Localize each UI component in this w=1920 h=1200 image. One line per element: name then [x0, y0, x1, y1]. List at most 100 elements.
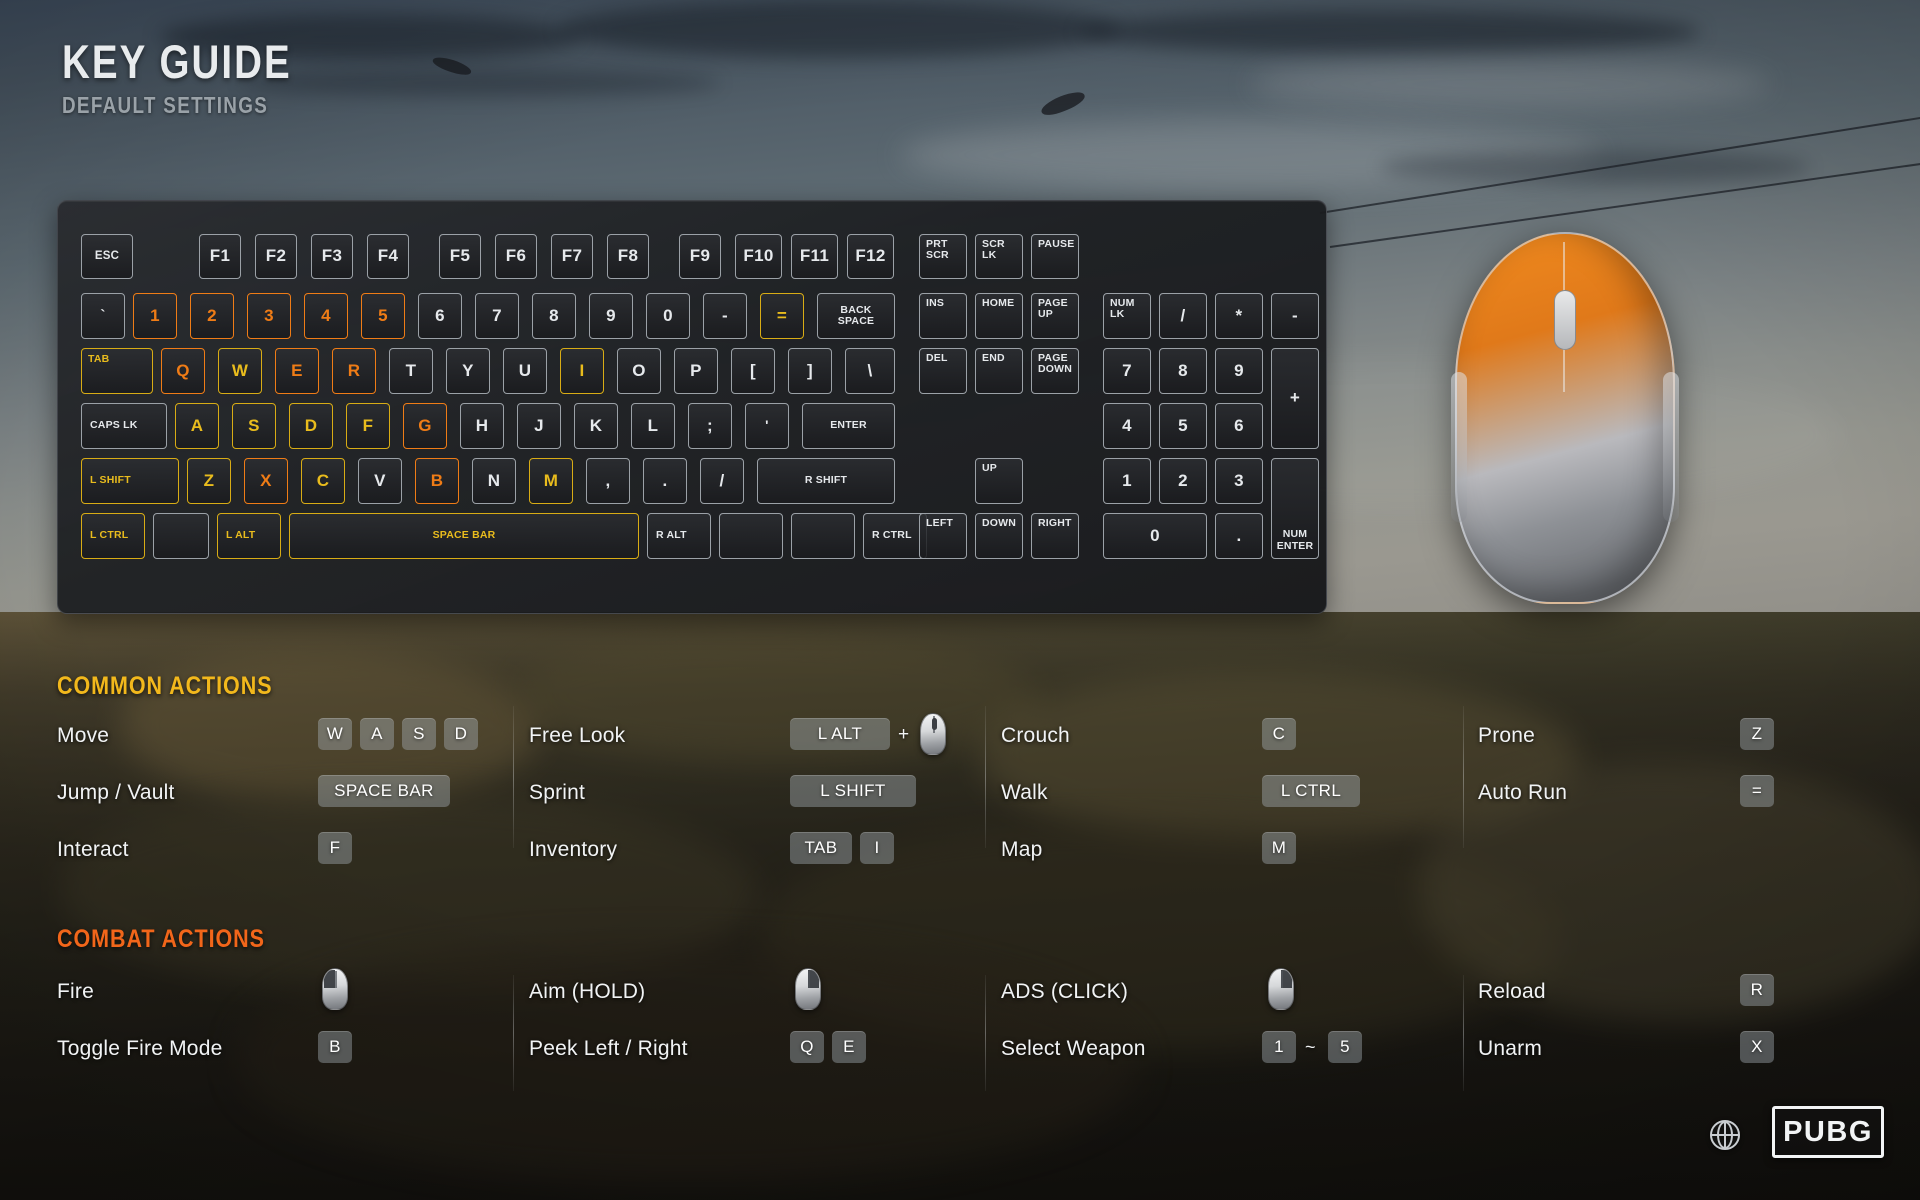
key-arrow-right: RIGHT [1031, 513, 1079, 559]
key-b: B [415, 458, 459, 504]
key-chip-l-alt[interactable]: L ALT [790, 718, 890, 750]
key-i: I [560, 348, 604, 394]
key-chip-z[interactable]: Z [1740, 718, 1774, 750]
globe-icon[interactable] [1710, 1120, 1740, 1150]
mouse-right-click-icon[interactable] [1268, 968, 1294, 1010]
key-w: W [218, 348, 262, 394]
key-chip-r[interactable]: R [1740, 974, 1774, 1006]
action-label-toggle-fire-mode: Toggle Fire Mode [57, 1037, 223, 1060]
key-right-ctrl: R CTRL [863, 513, 927, 559]
key-chip-space-bar[interactable]: SPACE BAR [318, 775, 450, 807]
key-o: O [617, 348, 661, 394]
key-chip-b[interactable]: B [318, 1031, 352, 1063]
mouse-left-click-icon[interactable] [322, 968, 348, 1010]
key-1: 1 [133, 293, 177, 339]
action-label-inventory: Inventory [529, 838, 618, 861]
key-numpad-period: . [1215, 513, 1263, 559]
key-esc: ESC [81, 234, 133, 279]
key-insert: INS [919, 293, 967, 339]
key-numpad-minus: - [1271, 293, 1319, 339]
mouse-wheel-icon[interactable] [920, 713, 946, 755]
key-semicolon: ; [688, 403, 732, 449]
key-4: 4 [304, 293, 348, 339]
key-chip-tab[interactable]: TAB [790, 832, 852, 864]
pubg-logo: PUBG [1772, 1106, 1884, 1158]
key-f4: F4 [367, 234, 409, 279]
key-r: R [332, 348, 376, 394]
key-d: D [289, 403, 333, 449]
key-chip-f[interactable]: F [318, 832, 352, 864]
key-8: 8 [532, 293, 576, 339]
key-f7: F7 [551, 234, 593, 279]
key-numpad-5: 5 [1159, 403, 1207, 449]
key-numpad-9: 9 [1215, 348, 1263, 394]
key-minus: - [703, 293, 747, 339]
key-right-alt: R ALT [647, 513, 711, 559]
key-end: END [975, 348, 1023, 394]
key-equals: = [760, 293, 804, 339]
action-label-free-look: Free Look [529, 724, 626, 747]
key-numpad-7: 7 [1103, 348, 1151, 394]
key-chip-m[interactable]: M [1262, 832, 1296, 864]
key-chip-l-ctrl[interactable]: L CTRL [1262, 775, 1360, 807]
key-0: 0 [646, 293, 690, 339]
column-divider [985, 706, 986, 848]
key-left-alt: L ALT [217, 513, 281, 559]
key-h: H [460, 403, 504, 449]
key-u: U [503, 348, 547, 394]
column-divider [985, 975, 986, 1091]
key-f11: F11 [791, 234, 838, 279]
key-left-ctrl: L CTRL [81, 513, 145, 559]
key-chip-a[interactable]: A [360, 718, 394, 750]
key-slash: / [700, 458, 744, 504]
key-right-shift: R SHIFT [757, 458, 895, 504]
key-chip-q[interactable]: Q [790, 1031, 824, 1063]
column-divider [513, 975, 514, 1091]
key-backslash: \ [845, 348, 895, 394]
key-numpad-8: 8 [1159, 348, 1207, 394]
key-f10: F10 [735, 234, 782, 279]
mouse-side-grip-left [1451, 372, 1467, 522]
key-bracket-right: ] [788, 348, 832, 394]
action-label-reload: Reload [1478, 980, 1546, 1003]
key-enter: ENTER [802, 403, 895, 449]
key-backspace: BACK SPACE [817, 293, 895, 339]
key-chip-w[interactable]: W [318, 718, 352, 750]
mouse-right-click-icon[interactable] [795, 968, 821, 1010]
action-label-walk: Walk [1001, 781, 1048, 804]
key-chip-weapon-5[interactable]: 5 [1328, 1031, 1362, 1063]
page-subtitle: DEFAULT SETTINGS [62, 92, 269, 118]
key-q: Q [161, 348, 205, 394]
key-right-win [719, 513, 783, 559]
key-chip-c[interactable]: C [1262, 718, 1296, 750]
key-g: G [403, 403, 447, 449]
key-caps-lock: CAPS LK [81, 403, 167, 449]
key-chip-d[interactable]: D [444, 718, 478, 750]
common-actions-title: COMMON ACTIONS [57, 672, 273, 700]
key-delete: DEL [919, 348, 967, 394]
key-numpad-2: 2 [1159, 458, 1207, 504]
mouse-icon-left-button-highlight [324, 970, 335, 988]
key-chip-i[interactable]: I [860, 832, 894, 864]
key-chip-e[interactable]: E [832, 1031, 866, 1063]
key-chip-weapon-1[interactable]: 1 [1262, 1031, 1296, 1063]
key-chip-l-shift[interactable]: L SHIFT [790, 775, 916, 807]
key-s: S [232, 403, 276, 449]
mouse-icon-divider [335, 971, 337, 988]
key-space-bar: SPACE BAR [289, 513, 639, 559]
key-p: P [674, 348, 718, 394]
key-numpad-6: 6 [1215, 403, 1263, 449]
key-f6: F6 [495, 234, 537, 279]
key-chip-x[interactable]: X [1740, 1031, 1774, 1063]
action-label-map: Map [1001, 838, 1043, 861]
key-chip-s[interactable]: S [402, 718, 436, 750]
mouse-icon-wheel-highlight [931, 718, 937, 730]
key-period: . [643, 458, 687, 504]
key-3: 3 [247, 293, 291, 339]
column-divider [513, 706, 514, 848]
key-numpad-3: 3 [1215, 458, 1263, 504]
action-label-aim-hold: Aim (HOLD) [529, 980, 646, 1003]
key-chip-equals[interactable]: = [1740, 775, 1774, 807]
combat-actions-title: COMBAT ACTIONS [57, 925, 265, 953]
key-f: F [346, 403, 390, 449]
